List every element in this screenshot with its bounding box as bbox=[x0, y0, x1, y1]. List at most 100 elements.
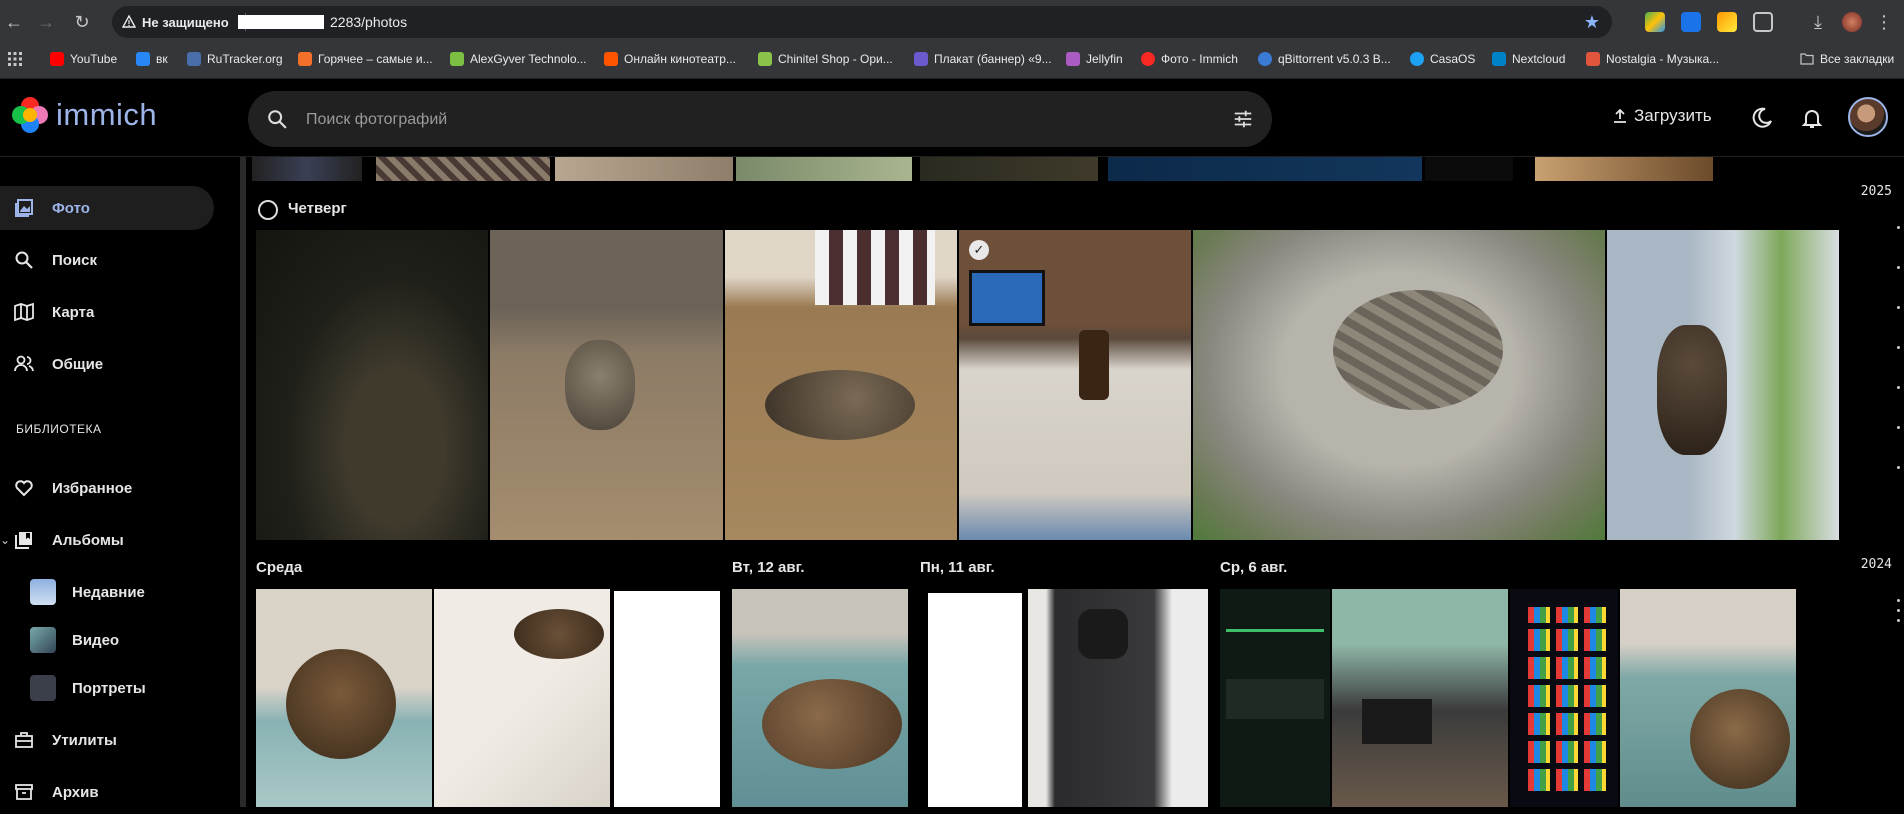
bookmark-item[interactable]: YouTube bbox=[50, 52, 117, 66]
search-bar[interactable] bbox=[248, 91, 1272, 147]
photo-thumbnail[interactable]: ✓ bbox=[959, 230, 1191, 540]
browser-toolbar: ← → ↻ Не защищено 2283/photos ★ ⤓ ⋮ bbox=[0, 0, 1904, 44]
address-bar[interactable]: Не защищено 2283/photos ★ bbox=[112, 6, 1612, 38]
date-group-title: Вт, 12 авг. bbox=[732, 559, 805, 576]
bookmark-item[interactable]: Chinitel Shop - Ори... bbox=[758, 52, 893, 66]
photo-thumbnail[interactable] bbox=[1535, 157, 1713, 181]
photo-thumbnail[interactable] bbox=[1620, 589, 1796, 807]
security-indicator[interactable]: Не защищено bbox=[122, 13, 246, 31]
chevron-down-icon[interactable]: ⌄ bbox=[0, 533, 10, 547]
kinopoisk-icon bbox=[604, 52, 618, 66]
heart-icon bbox=[13, 477, 35, 499]
user-avatar[interactable] bbox=[1848, 97, 1888, 137]
timeline-scrubber[interactable]: 2025 2024 bbox=[1852, 157, 1904, 807]
photo-thumbnail[interactable] bbox=[555, 157, 733, 181]
extension-icon[interactable] bbox=[1717, 12, 1737, 32]
bookmark-item[interactable]: Плакат (баннер) «9... bbox=[914, 52, 1052, 66]
photo-thumbnail[interactable] bbox=[252, 157, 362, 181]
bookmark-item[interactable]: AlexGyver Technolo... bbox=[450, 52, 587, 66]
photo-thumbnail[interactable] bbox=[1108, 157, 1422, 181]
cat-figure bbox=[1657, 325, 1727, 455]
warning-icon bbox=[122, 15, 136, 28]
notifications-bell-icon[interactable] bbox=[1800, 106, 1824, 130]
translate-icon[interactable] bbox=[1681, 12, 1701, 32]
album-recent[interactable]: Недавние bbox=[0, 572, 214, 612]
scrubber-year-label: 2025 bbox=[1860, 184, 1892, 199]
album-videos[interactable]: Видео bbox=[0, 620, 214, 660]
photo-thumbnail[interactable] bbox=[1220, 589, 1330, 807]
photo-thumbnail[interactable] bbox=[1193, 230, 1605, 540]
reload-icon[interactable]: ↻ bbox=[70, 10, 94, 34]
bookmark-item[interactable]: qBittorrent v5.0.3 В... bbox=[1258, 52, 1391, 66]
bookmark-item[interactable]: Jellyfin bbox=[1066, 52, 1123, 66]
bookmark-item[interactable]: Онлайн кинотеатр... bbox=[604, 52, 736, 66]
back-arrow-icon[interactable]: ← bbox=[2, 10, 26, 34]
search-icon[interactable] bbox=[266, 108, 288, 130]
sidebar-item-map[interactable]: Карта bbox=[0, 290, 214, 334]
bookmark-item[interactable]: Горячее – самые и... bbox=[298, 52, 433, 66]
photo-thumbnail[interactable] bbox=[1332, 589, 1508, 807]
photo-thumbnail[interactable] bbox=[376, 157, 550, 181]
all-bookmarks[interactable]: Все закладки bbox=[1800, 52, 1894, 66]
bookmark-label: Фото - Immich bbox=[1161, 52, 1238, 66]
order-card bbox=[1226, 679, 1324, 719]
profile-avatar[interactable] bbox=[1842, 12, 1862, 32]
filter-options-icon[interactable] bbox=[1232, 108, 1254, 130]
search-icon bbox=[13, 249, 35, 271]
bookmark-item[interactable]: Nostalgia - Музыка... bbox=[1586, 52, 1719, 66]
forward-arrow-icon[interactable]: → bbox=[34, 10, 58, 34]
bookmark-star-icon[interactable]: ★ bbox=[1584, 12, 1600, 33]
scrubber-dot bbox=[1897, 466, 1900, 469]
upload-button[interactable]: Загрузить bbox=[1612, 106, 1712, 126]
photo-thumbnail[interactable] bbox=[1028, 589, 1208, 807]
photo-thumbnail[interactable] bbox=[256, 230, 488, 540]
sidebar-item-search[interactable]: Поиск bbox=[0, 238, 214, 282]
download-icon[interactable]: ⤓ bbox=[1806, 10, 1830, 34]
toolbox-icon bbox=[13, 729, 35, 751]
photo-thumbnail[interactable] bbox=[736, 157, 912, 181]
extension-icon[interactable] bbox=[1645, 12, 1665, 32]
bookmark-item[interactable]: CasaOS bbox=[1410, 52, 1475, 66]
photo-thumbnail[interactable] bbox=[490, 230, 723, 540]
immich-logo[interactable]: immich bbox=[12, 97, 157, 133]
group-select-checkbox[interactable] bbox=[258, 200, 278, 220]
sidebar-item-photos[interactable]: Фото bbox=[0, 186, 214, 230]
scrubber-dot bbox=[1897, 226, 1900, 229]
sidebar-item-label: Фото bbox=[52, 199, 90, 217]
photo-thumbnail[interactable] bbox=[1607, 230, 1839, 540]
bookmark-item[interactable]: Фото - Immich bbox=[1141, 52, 1238, 66]
bookmark-label: Горячее – самые и... bbox=[318, 52, 433, 66]
photo-thumbnail[interactable] bbox=[1510, 589, 1618, 807]
sidebar-item-sharing[interactable]: Общие bbox=[0, 342, 214, 386]
search-input[interactable] bbox=[304, 107, 1188, 133]
bookmark-item[interactable]: вк bbox=[136, 52, 168, 66]
album-label: Портреты bbox=[72, 679, 146, 697]
nostalgia-icon bbox=[1586, 52, 1600, 66]
menu-kebab-icon[interactable]: ⋮ bbox=[1872, 10, 1896, 34]
photo-thumbnail[interactable] bbox=[725, 230, 957, 540]
bookmark-item[interactable]: RuTracker.org bbox=[187, 52, 283, 66]
sidebar-item-archive[interactable]: Архив bbox=[0, 770, 214, 814]
bookmark-item[interactable]: Nextcloud bbox=[1492, 52, 1565, 66]
extensions-puzzle-icon[interactable] bbox=[1753, 12, 1773, 32]
photo-thumbnail[interactable] bbox=[920, 157, 1098, 181]
cat-figure bbox=[514, 609, 604, 659]
cat-figure bbox=[1690, 689, 1790, 789]
sidebar-item-albums[interactable]: ⌄ Альбомы bbox=[0, 518, 214, 562]
album-portraits[interactable]: Портреты bbox=[0, 668, 214, 708]
album-label: Недавние bbox=[72, 583, 145, 601]
sidebar-scrollbar[interactable] bbox=[240, 157, 246, 807]
bookmark-label: Nextcloud bbox=[1512, 52, 1566, 66]
photo-thumbnail[interactable] bbox=[256, 589, 432, 807]
photo-thumbnail[interactable] bbox=[434, 589, 610, 807]
photo-thumbnail[interactable] bbox=[1425, 157, 1513, 181]
apps-grid-icon[interactable] bbox=[8, 52, 22, 66]
selected-check-icon[interactable]: ✓ bbox=[969, 240, 989, 260]
photo-thumbnail[interactable] bbox=[612, 589, 722, 807]
theme-toggle-moon-icon[interactable] bbox=[1750, 106, 1774, 130]
album-thumbnail bbox=[30, 627, 56, 653]
sidebar-item-utilities[interactable]: Утилиты bbox=[0, 718, 214, 762]
photo-thumbnail[interactable] bbox=[926, 589, 1024, 807]
sidebar-item-favorites[interactable]: Избранное bbox=[0, 466, 214, 510]
photo-thumbnail[interactable] bbox=[732, 589, 908, 807]
